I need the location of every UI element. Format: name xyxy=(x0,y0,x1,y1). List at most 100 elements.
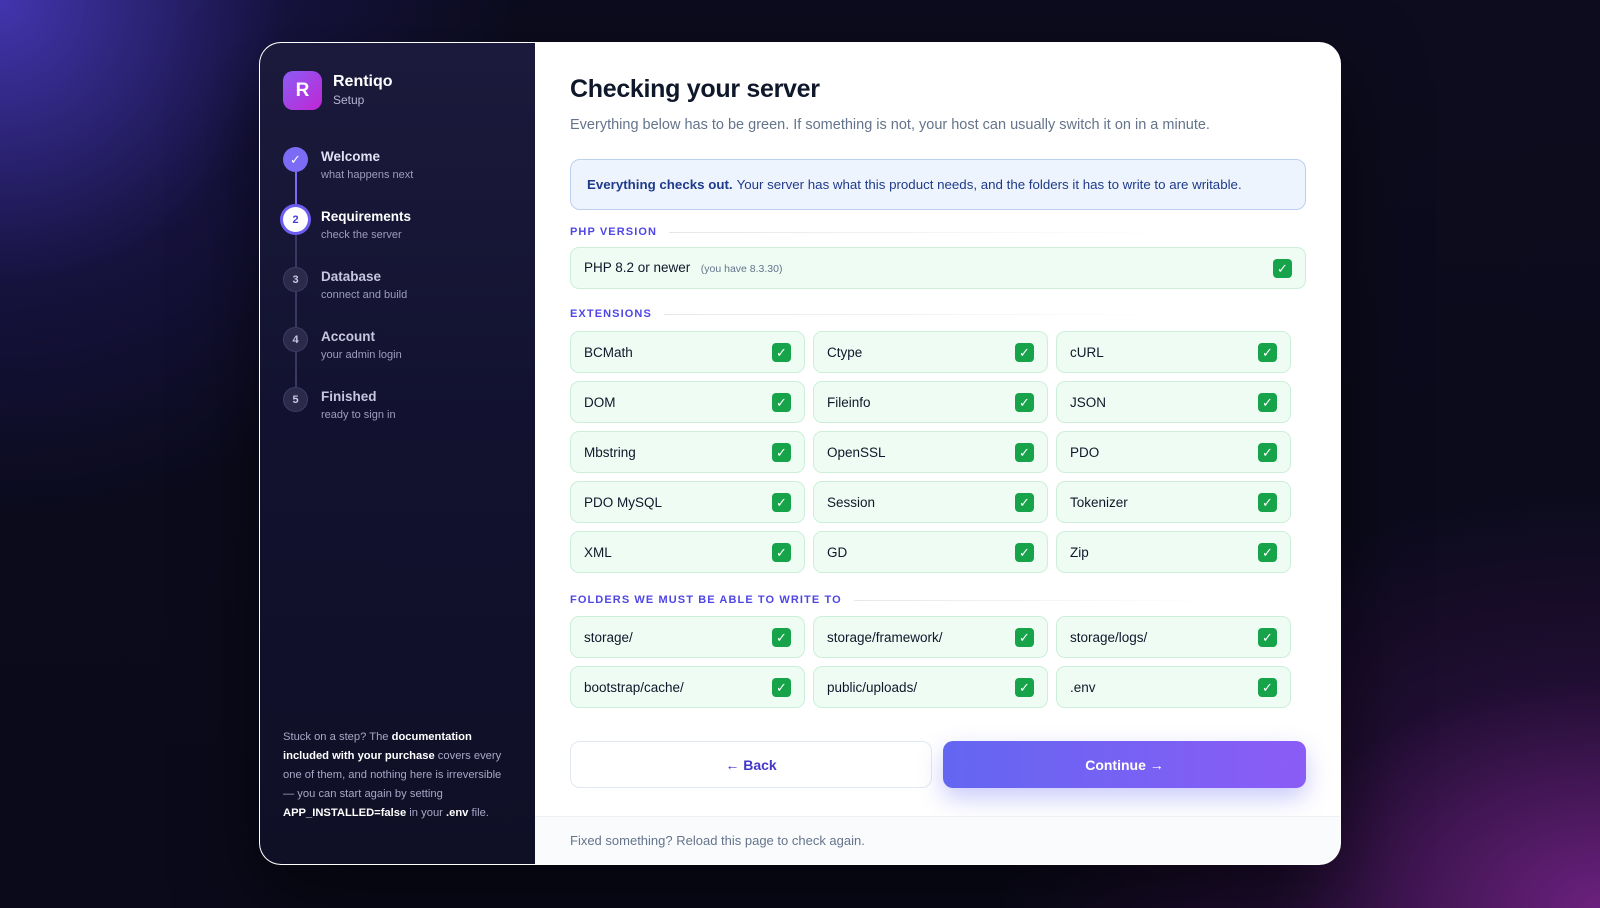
check-tile: Tokenizer ✓ xyxy=(1056,481,1291,523)
check-tile: Session ✓ xyxy=(813,481,1048,523)
step-welcome[interactable]: ✓ Welcome what happens next xyxy=(283,147,413,207)
installer-window: R Rentiqo Setup ✓ Welcome what happens n… xyxy=(259,42,1341,865)
check-icon: ✓ xyxy=(1258,342,1277,362)
check-icon: ✓ xyxy=(1258,492,1277,512)
check-label: GD xyxy=(827,544,848,560)
check-icon: ✓ xyxy=(772,542,791,562)
check-label: XML xyxy=(584,544,612,560)
check-label: storage/logs/ xyxy=(1070,629,1148,645)
check-label: Session xyxy=(827,494,876,510)
section-label: PHP VERSION xyxy=(570,226,658,238)
step-title: Database xyxy=(321,269,382,284)
check-icon: ✓ xyxy=(1258,442,1277,462)
continue-button[interactable]: Continue → xyxy=(943,741,1306,788)
check-icon: ✓ xyxy=(1015,342,1034,362)
section-extensions: EXTENSIONS xyxy=(570,307,1306,321)
check-icon: ✓ xyxy=(1258,627,1277,647)
step-subtitle: check the server xyxy=(321,229,402,241)
step-account[interactable]: 4 Account your admin login xyxy=(283,327,413,387)
check-label-group: PHP 8.2 or newer (you have 8.3.30) xyxy=(584,259,782,277)
main-panel: Checking your server Everything below ha… xyxy=(535,43,1340,864)
step-connector xyxy=(295,352,297,387)
check-label: BCMath xyxy=(584,344,633,360)
check-label: PHP 8.2 or newer xyxy=(584,260,691,275)
check-tile: storage/ ✓ xyxy=(570,616,805,658)
check-tile: BCMath ✓ xyxy=(570,331,805,373)
section-folders: FOLDERS WE MUST BE ABLE TO WRITE TO xyxy=(570,593,1306,607)
step-title: Requirements xyxy=(321,209,412,224)
check-tile: PDO ✓ xyxy=(1056,431,1291,473)
step-connector xyxy=(295,292,297,327)
check-tile: Ctype ✓ xyxy=(813,331,1048,373)
check-label: storage/ xyxy=(584,629,633,645)
brand: R Rentiqo Setup xyxy=(283,71,393,110)
step-subtitle: ready to sign in xyxy=(321,409,396,421)
check-label: Zip xyxy=(1070,544,1089,560)
check-tile: Zip ✓ xyxy=(1056,531,1291,573)
check-label: Ctype xyxy=(827,344,863,360)
check-tile: storage/framework/ ✓ xyxy=(813,616,1048,658)
step-text: Account your admin login xyxy=(321,328,402,387)
check-tile: OpenSSL ✓ xyxy=(813,431,1048,473)
step-text: Finished ready to sign in xyxy=(321,388,396,447)
help-text-part: file. xyxy=(468,807,489,819)
check-php-version: PHP 8.2 or newer (you have 8.3.30) ✓ xyxy=(570,247,1306,289)
check-icon: ✓ xyxy=(1015,392,1034,412)
check-tile: GD ✓ xyxy=(813,531,1048,573)
check-tile: storage/logs/ ✓ xyxy=(1056,616,1291,658)
sidebar: R Rentiqo Setup ✓ Welcome what happens n… xyxy=(260,43,535,864)
check-tile: DOM ✓ xyxy=(570,381,805,423)
step-subtitle: connect and build xyxy=(321,289,408,301)
step-subtitle: your admin login xyxy=(321,349,402,361)
check-label: storage/framework/ xyxy=(827,629,943,645)
check-icon: ✓ xyxy=(1258,542,1277,562)
check-tile: .env ✓ xyxy=(1056,666,1291,708)
step-connector xyxy=(295,172,297,207)
step-number: 2 xyxy=(283,207,308,232)
brand-name: Rentiqo xyxy=(333,72,393,90)
check-label: bootstrap/cache/ xyxy=(584,679,684,695)
section-php-version: PHP VERSION xyxy=(570,225,1306,239)
check-icon: ✓ xyxy=(1258,392,1277,412)
check-tile: JSON ✓ xyxy=(1056,381,1291,423)
check-tile: public/uploads/ ✓ xyxy=(813,666,1048,708)
check-tile: bootstrap/cache/ ✓ xyxy=(570,666,805,708)
check-label: JSON xyxy=(1070,394,1107,410)
check-icon: ✓ xyxy=(1273,258,1292,278)
divider xyxy=(853,599,1306,601)
check-label: public/uploads/ xyxy=(827,679,918,695)
step-database[interactable]: 3 Database connect and build xyxy=(283,267,413,327)
check-icon: ✓ xyxy=(1258,677,1277,697)
divider xyxy=(669,231,1306,233)
check-label: PDO xyxy=(1070,444,1100,460)
help-text-part: Stuck on a step? The xyxy=(283,731,392,743)
step-text: Welcome what happens next xyxy=(321,148,413,207)
env-variable: APP_INSTALLED=false xyxy=(283,807,407,819)
env-file-name: .env xyxy=(446,807,469,819)
brand-logo: R xyxy=(283,71,322,110)
check-tile: PDO MySQL ✓ xyxy=(570,481,805,523)
check-icon: ✓ xyxy=(772,627,791,647)
check-icon: ✓ xyxy=(1015,627,1034,647)
section-label: FOLDERS WE MUST BE ABLE TO WRITE TO xyxy=(570,594,842,606)
help-text: Stuck on a step? The documentation inclu… xyxy=(283,728,513,823)
step-text: Requirements check the server xyxy=(321,208,411,267)
check-icon: ✓ xyxy=(1015,442,1034,462)
page-title: Checking your server xyxy=(570,75,820,103)
back-button[interactable]: ← Back xyxy=(570,741,932,788)
step-title: Account xyxy=(321,329,375,344)
step-finished[interactable]: 5 Finished ready to sign in xyxy=(283,387,413,447)
step-subtitle: what happens next xyxy=(321,169,414,181)
step-requirements[interactable]: 2 Requirements check the server xyxy=(283,207,413,267)
step-list: ✓ Welcome what happens next 2 Requiremen… xyxy=(283,147,413,447)
footer-hint: Fixed something? Reload this page to che… xyxy=(535,816,1340,864)
check-tile: Fileinfo ✓ xyxy=(813,381,1048,423)
page-subtitle: Everything below has to be green. If som… xyxy=(570,117,1210,133)
check-hint: (you have 8.3.30) xyxy=(700,263,783,275)
check-tile: cURL ✓ xyxy=(1056,331,1291,373)
step-text: Database connect and build xyxy=(321,268,407,327)
check-icon: ✓ xyxy=(1015,542,1034,562)
check-icon: ✓ xyxy=(772,442,791,462)
step-connector xyxy=(295,232,297,267)
check-label: DOM xyxy=(584,394,616,410)
